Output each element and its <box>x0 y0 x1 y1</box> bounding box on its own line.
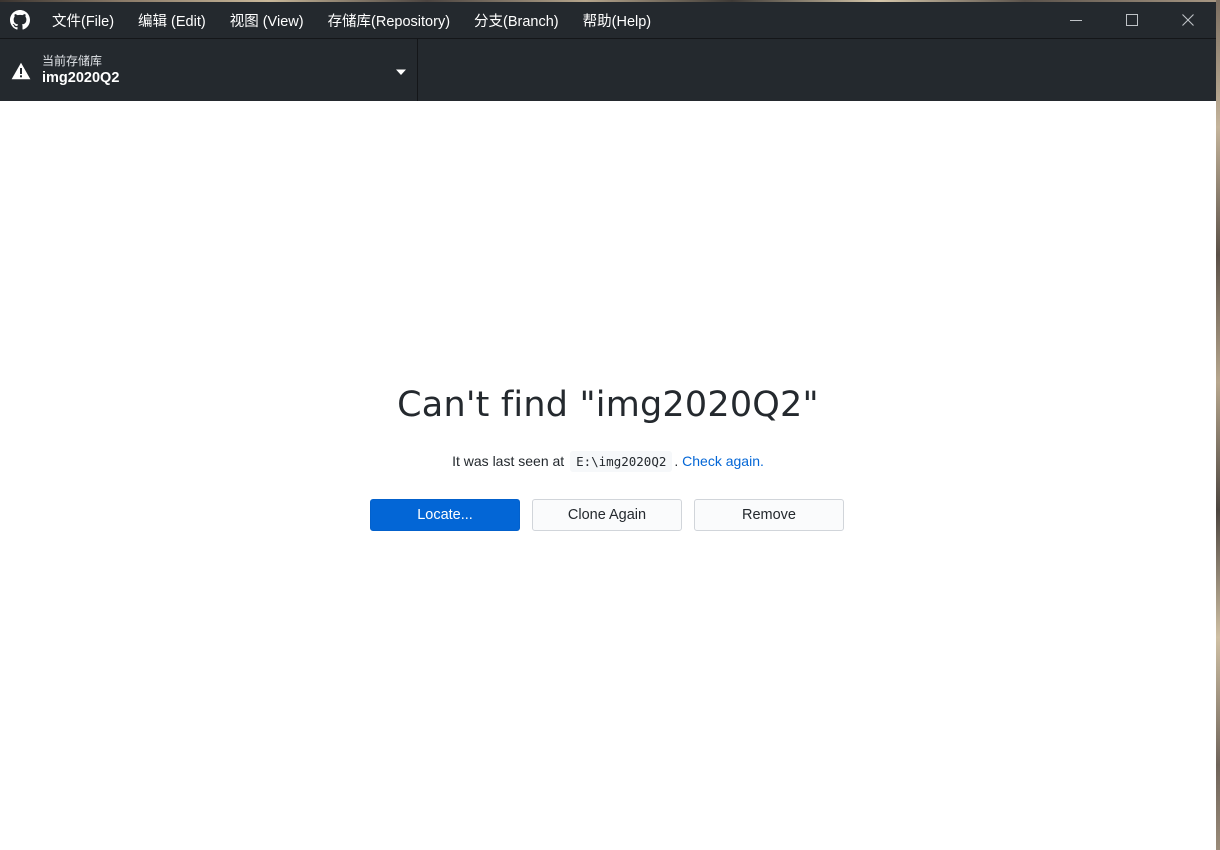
menu-branch[interactable]: 分支(Branch) <box>462 2 571 38</box>
app-window: 文件(File) 编辑 (Edit) 视图 (View) 存储库(Reposit… <box>0 2 1216 850</box>
menu-file[interactable]: 文件(File) <box>40 2 126 38</box>
check-again-link[interactable]: Check again. <box>682 453 764 469</box>
maximize-icon[interactable] <box>1104 2 1160 38</box>
warning-icon <box>0 62 42 80</box>
period-text: . <box>674 453 679 469</box>
missing-repo-description: It was last seen at E:\img2020Q2. Check … <box>0 451 1216 472</box>
missing-repository-view: Can't find "img2020Q2" It was last seen … <box>0 101 1216 850</box>
menu-view[interactable]: 视图 (View) <box>218 2 316 38</box>
missing-repo-title: Can't find "img2020Q2" <box>397 385 819 425</box>
menu-edit[interactable]: 编辑 (Edit) <box>126 2 218 38</box>
menu-repository[interactable]: 存储库(Repository) <box>316 2 462 38</box>
repository-labels: 当前存储库 img2020Q2 <box>42 53 119 88</box>
github-octocat-icon[interactable] <box>0 2 40 38</box>
repository-name: img2020Q2 <box>42 69 120 86</box>
minimize-icon[interactable] <box>1048 2 1104 38</box>
locate-button[interactable]: Locate... <box>370 499 520 531</box>
repository-caption: 当前存储库 <box>42 53 103 68</box>
window-controls <box>1048 2 1216 38</box>
desktop-background-right <box>1216 0 1220 850</box>
current-repository-selector[interactable]: 当前存储库 img2020Q2 <box>0 39 418 101</box>
clone-again-button[interactable]: Clone Again <box>532 499 682 531</box>
menu-help[interactable]: 帮助(Help) <box>571 2 663 38</box>
last-seen-text: It was last seen at <box>452 453 565 469</box>
triangle-down-icon[interactable] <box>395 63 407 81</box>
remove-button[interactable]: Remove <box>694 499 844 531</box>
close-icon[interactable] <box>1160 2 1216 38</box>
repo-path: E:\img2020Q2 <box>570 451 673 472</box>
menu-bar: 文件(File) 编辑 (Edit) 视图 (View) 存储库(Reposit… <box>0 2 1216 39</box>
action-buttons: Locate... Clone Again Remove <box>370 499 856 531</box>
toolbar: 当前存储库 img2020Q2 <box>0 39 1216 101</box>
